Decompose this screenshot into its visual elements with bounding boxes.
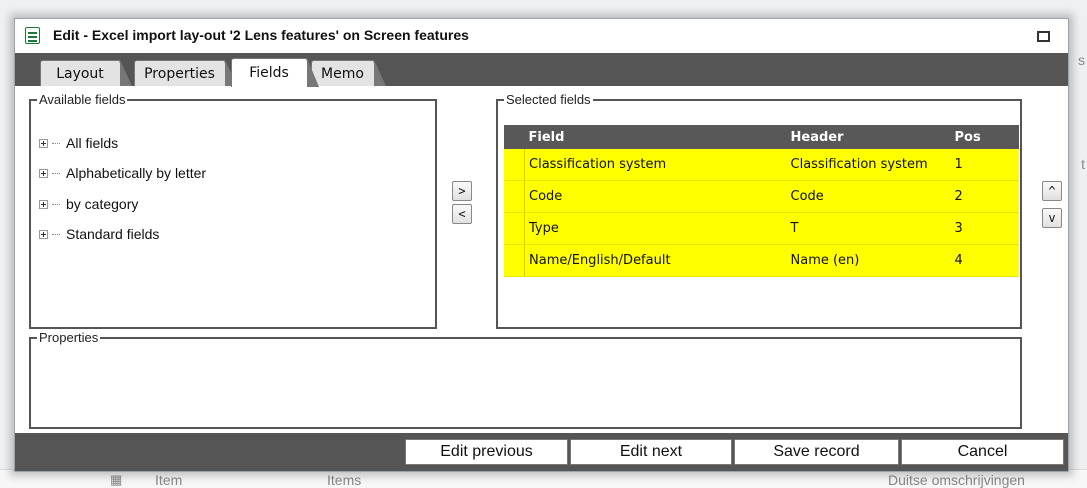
table-header-row: Field Header Pos [504, 125, 1019, 149]
tab-layout[interactable]: Layout [40, 60, 132, 86]
selected-fields-legend: Selected fields [504, 92, 593, 107]
window-title: Edit - Excel import lay-out '2 Lens feat… [53, 27, 469, 43]
tree-item-standard-fields[interactable]: Standard fields [39, 224, 159, 244]
tab-label: Properties [144, 66, 215, 82]
remove-field-button[interactable]: < [452, 204, 472, 224]
selected-fields-group: Selected fields Field Header Pos Classif… [496, 92, 1022, 329]
tab-label: Memo [321, 66, 364, 82]
table-row[interactable]: Name/English/Default Name (en) 4 [504, 244, 1019, 277]
maximize-icon[interactable] [1037, 31, 1050, 42]
column-header-field[interactable]: Field [524, 125, 787, 149]
tree-item-label: by category [66, 196, 139, 212]
edit-previous-button[interactable]: Edit previous [405, 439, 568, 465]
background-text: Items [327, 472, 362, 488]
move-up-button[interactable]: ^ [1042, 181, 1062, 201]
expand-icon[interactable] [39, 199, 48, 209]
cell-header[interactable]: Name (en) [786, 244, 951, 277]
title-bar: Edit - Excel import lay-out '2 Lens feat… [15, 19, 1068, 53]
expand-icon[interactable] [39, 168, 48, 178]
expand-icon[interactable] [39, 229, 48, 239]
tab-fields[interactable]: Fields [231, 58, 319, 87]
background-grid-icon: ▦ [110, 472, 123, 487]
cell-pos[interactable]: 2 [950, 180, 1019, 213]
cell-pos[interactable]: 4 [950, 244, 1019, 277]
tab-properties[interactable]: Properties [134, 60, 237, 86]
add-field-button[interactable]: > [452, 181, 472, 201]
button-bar: Edit previous Edit next Save record Canc… [15, 433, 1068, 471]
cancel-button[interactable]: Cancel [901, 439, 1064, 465]
background-text: s [1078, 52, 1085, 68]
form-icon [25, 27, 40, 44]
cell-pos[interactable]: 1 [950, 149, 1019, 181]
edit-next-button[interactable]: Edit next [570, 439, 732, 465]
cell-pos[interactable]: 3 [950, 212, 1019, 245]
tree-item-label: Alphabetically by letter [66, 165, 207, 181]
table-row[interactable]: Classification system Classification sys… [504, 149, 1019, 181]
tree-item-alphabetically[interactable]: Alphabetically by letter [39, 163, 206, 183]
tree-item-label: All fields [66, 135, 119, 151]
cell-header[interactable]: Code [786, 180, 951, 213]
table-row[interactable]: Code Code 2 [504, 180, 1019, 213]
tab-bar: Layout Properties Memo Fields [15, 53, 1068, 87]
cell-field[interactable]: Type [524, 212, 787, 245]
cell-field[interactable]: Name/English/Default [524, 244, 787, 277]
cell-field[interactable]: Code [524, 180, 787, 213]
column-header-header[interactable]: Header [786, 125, 951, 149]
tree-item-by-category[interactable]: by category [39, 194, 138, 214]
available-fields-legend: Available fields [37, 92, 128, 107]
column-header-pos[interactable]: Pos [950, 125, 1019, 149]
selected-fields-table: Field Header Pos Classification system C… [504, 125, 1019, 277]
table-row[interactable]: Type T 3 [504, 212, 1019, 245]
edit-dialog: Edit - Excel import lay-out '2 Lens feat… [14, 18, 1069, 472]
save-record-button[interactable]: Save record [734, 439, 899, 465]
background-text: Item [155, 472, 183, 488]
tree-item-all-fields[interactable]: All fields [39, 133, 118, 153]
cell-header[interactable]: Classification system [786, 149, 951, 181]
tab-label: Fields [249, 65, 289, 81]
background-text: t [1081, 156, 1085, 172]
tab-label: Layout [56, 66, 104, 82]
properties-group: Properties [29, 330, 1022, 429]
properties-legend: Properties [37, 330, 101, 345]
move-down-button[interactable]: v [1042, 208, 1062, 228]
available-fields-group: Available fields All fields Alphabetical… [29, 92, 437, 329]
tab-memo[interactable]: Memo [311, 60, 386, 86]
tree-item-label: Standard fields [66, 226, 160, 242]
fields-tab-content: Available fields All fields Alphabetical… [15, 86, 1068, 433]
cell-header[interactable]: T [786, 212, 951, 245]
background-text: Duitse omschrijvingen [888, 472, 1025, 488]
expand-icon[interactable] [39, 138, 48, 148]
cell-field[interactable]: Classification system [524, 149, 787, 181]
